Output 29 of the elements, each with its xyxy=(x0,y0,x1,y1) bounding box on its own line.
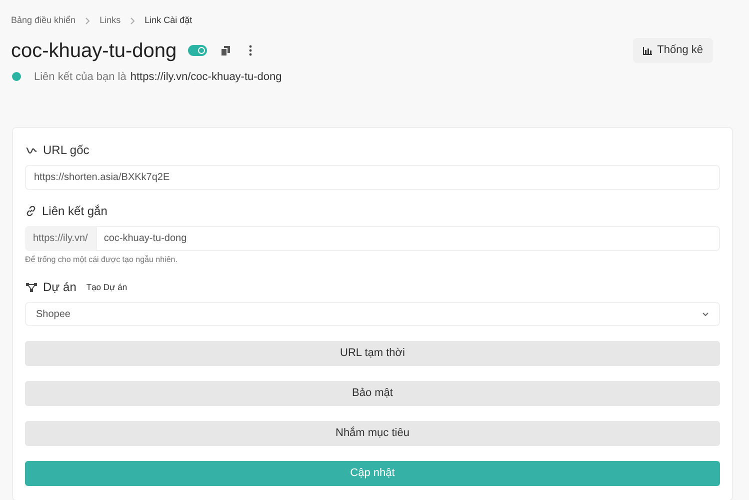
squiggle-icon xyxy=(26,146,37,154)
nodes-icon xyxy=(26,282,37,292)
status-text: Liên kết của bạn là xyxy=(34,70,126,84)
short-url-link[interactable]: https://ily.vn/coc-khuay-tu-dong xyxy=(130,68,282,85)
short-link-field[interactable]: coc-khuay-tu-dong xyxy=(96,226,720,251)
section-toggle-button[interactable]: Nhắm mục tiêu xyxy=(25,421,720,446)
chevron-down-icon xyxy=(702,312,709,316)
field-hint: Để trống cho một cái được tạo ngẫu nhiên. xyxy=(25,254,178,266)
toggle-switch[interactable] xyxy=(188,45,207,56)
original-url-field[interactable]: https://shorten.asia/BXKk7q2E xyxy=(25,165,720,190)
breadcrumb-link[interactable]: Link Cài đặt xyxy=(144,14,192,28)
field-label: Dự án xyxy=(43,279,76,296)
chart-icon xyxy=(643,46,652,54)
field-label: Liên kết gắn xyxy=(42,203,108,220)
link-title: coc-khuay-tu-dong xyxy=(11,40,177,60)
link-icon xyxy=(26,206,36,216)
section-toggle-button[interactable]: Bảo mật xyxy=(25,381,720,406)
project-select[interactable]: Shopee xyxy=(25,302,720,326)
breadcrumb-link[interactable]: Links xyxy=(100,14,121,28)
breadcrumb-link[interactable]: Bảng điều khiển xyxy=(11,14,76,28)
field-label: URL gốc xyxy=(43,142,90,159)
stats-button[interactable]: Thống kê xyxy=(633,38,713,63)
url-prefix: https://ily.vn/ xyxy=(25,226,96,251)
more-vertical-icon[interactable] xyxy=(248,45,252,56)
create-project-link[interactable]: Tạo Dự án xyxy=(86,280,128,294)
chevron-right-icon xyxy=(84,16,91,25)
section-toggle-button[interactable]: URL tạm thời xyxy=(25,341,720,366)
chevron-right-icon xyxy=(130,16,136,25)
copy-icon[interactable] xyxy=(220,46,230,56)
